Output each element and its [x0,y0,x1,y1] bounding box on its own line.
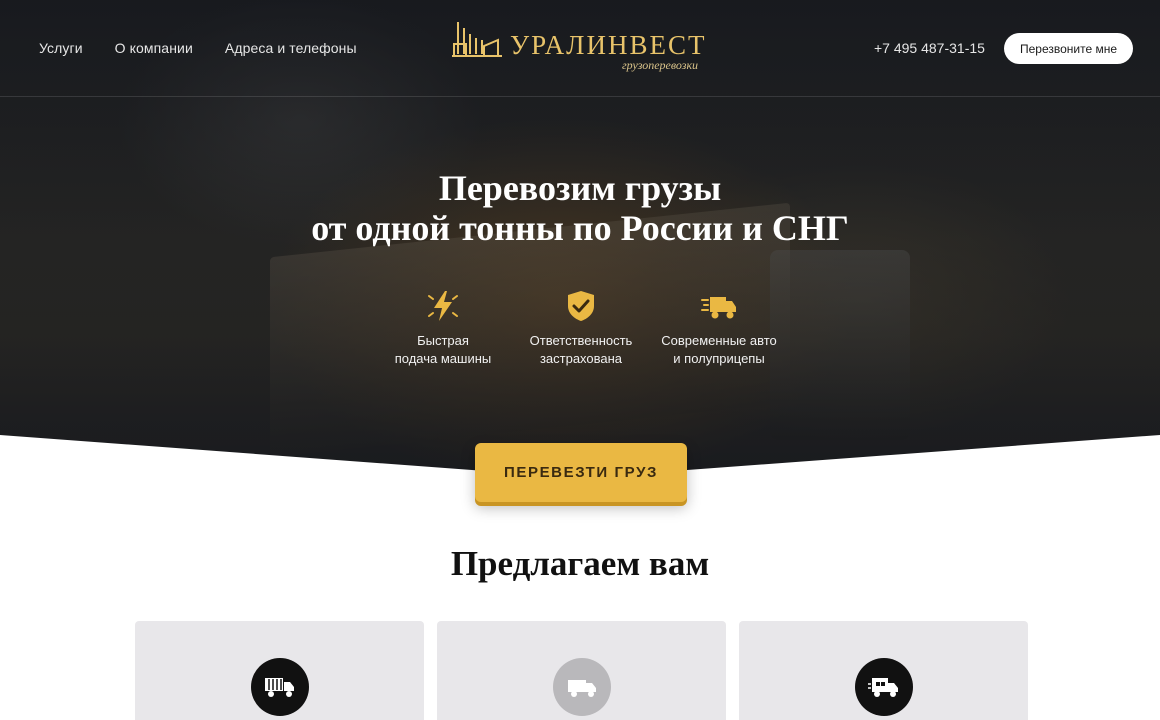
callback-button[interactable]: Перезвоните мне [1004,33,1133,64]
phone-number[interactable]: +7 495 487-31-15 [874,40,985,56]
container-truck-icon [265,678,294,697]
main-nav: Услуги О компании Адреса и телефоны [39,40,357,56]
feature-modern-fleet: Современные авто и полуприцепы [654,288,784,368]
logo-tagline: грузоперевозки [622,58,699,72]
offer-icon-circle [251,658,309,716]
feature-label-line-2: подача машины [394,351,492,366]
fast-truck-icon [701,297,736,319]
feature-label-line-1: Быстрая [417,333,469,348]
nav-about[interactable]: О компании [115,40,193,56]
lightning-icon [428,291,458,321]
logo-name: УРАЛИНВЕСТ [510,30,707,60]
offer-card[interactable] [739,621,1028,720]
nav-services[interactable]: Услуги [39,40,83,56]
feature-label-line-1: Современные авто [661,333,777,348]
offer-icon-circle [855,658,913,716]
transport-cargo-button[interactable]: ПЕРЕВЕЗТИ ГРУЗ [475,443,687,502]
box-truck-icon [868,678,898,697]
offer-icon-circle [553,658,611,716]
shield-check-icon [568,291,594,321]
feature-label-line-1: Ответственность [529,333,633,348]
hero-features: Быстрая подача машины Ответственность за… [388,288,788,378]
logo-factory-icon [452,22,502,57]
nav-contacts[interactable]: Адреса и телефоны [225,40,357,56]
hero-title: Перевозим грузы от одной тонны по России… [0,168,1160,248]
offer-card[interactable] [437,621,726,720]
site-header: Услуги О компании Адреса и телефоны УРАЛ… [0,0,1160,97]
site-logo[interactable]: УРАЛИНВЕСТ грузоперевозки [452,18,722,78]
offer-card[interactable] [135,621,424,720]
feature-label-line-2: и полуприцепы [673,351,765,366]
feature-label-line-2: застрахована [539,351,623,366]
offers-title: Предлагаем вам [450,544,710,583]
van-icon [568,680,596,697]
hero-title-line-1: Перевозим грузы [438,168,722,208]
feature-fast-delivery: Быстрая подача машины [378,288,508,368]
feature-insurance: Ответственность застрахована [516,288,646,368]
hero-title-line-2: от одной тонны по России и СНГ [311,208,849,248]
